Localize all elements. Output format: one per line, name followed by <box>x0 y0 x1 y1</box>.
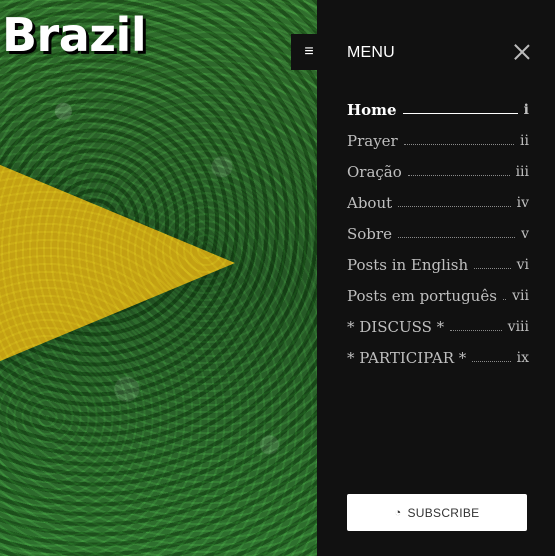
leader-dots <box>398 206 511 207</box>
menu-item-posts-portugues[interactable]: Posts em português vii <box>347 280 529 311</box>
leader-dots <box>407 175 510 176</box>
menu-item-left: Posts em português <box>347 287 512 305</box>
leader-dots <box>502 299 507 300</box>
menu-item-left: Posts in English <box>347 256 517 274</box>
menu-item-participar[interactable]: * PARTICIPAR * ix <box>347 342 529 373</box>
leader-line <box>402 113 518 114</box>
rss-icon: ◔ <box>394 506 402 519</box>
menu-item-prayer[interactable]: Prayer ii <box>347 125 529 156</box>
page: Brazil ≡ MENU Home i Prayer ii Oração ii… <box>0 0 555 556</box>
menu-item-left: About <box>347 194 517 212</box>
menu-item-label: * PARTICIPAR * <box>347 348 467 367</box>
close-icon[interactable] <box>514 44 530 60</box>
menu-item-about[interactable]: About iv <box>347 187 529 218</box>
leader-dots <box>450 330 502 331</box>
leader-dots <box>403 144 515 145</box>
subscribe-label: SUBSCRIBE <box>407 505 480 520</box>
texture-overlay <box>0 0 317 556</box>
hero-image: Brazil <box>0 0 317 556</box>
menu-item-number: i <box>523 101 529 118</box>
menu-item-number: vi <box>516 256 529 273</box>
menu-item-label: Sobre <box>347 224 392 243</box>
menu-item-home[interactable]: Home i <box>347 94 529 125</box>
menu-item-left: Prayer <box>347 132 520 150</box>
menu-item-posts-english[interactable]: Posts in English vi <box>347 249 529 280</box>
menu-list: Home i Prayer ii Oração iii About iv Sob… <box>347 94 529 373</box>
menu-item-number: iii <box>515 163 529 180</box>
menu-item-number: vii <box>512 287 529 304</box>
leader-dots <box>397 237 516 238</box>
menu-panel: MENU Home i Prayer ii Oração iii About i… <box>317 0 555 556</box>
menu-item-label: Prayer <box>347 131 398 150</box>
menu-item-sobre[interactable]: Sobre v <box>347 218 529 249</box>
menu-item-number: ix <box>516 349 529 366</box>
menu-item-label: Posts in English <box>347 255 469 274</box>
menu-item-number: ii <box>520 132 529 149</box>
leader-dots <box>474 268 511 269</box>
menu-item-label: Posts em português <box>347 286 497 305</box>
subscribe-button[interactable]: ◔ SUBSCRIBE <box>347 494 527 531</box>
menu-item-label: About <box>347 193 393 212</box>
menu-item-label: Home <box>347 100 397 119</box>
menu-item-number: iv <box>516 194 529 211</box>
leader-dots <box>472 361 511 362</box>
menu-item-number: viii <box>507 318 529 335</box>
hamburger-icon: ≡ <box>304 43 314 60</box>
menu-item-label: Oração <box>347 162 402 181</box>
menu-title: MENU <box>347 44 395 61</box>
menu-item-discuss[interactable]: * DISCUSS * viii <box>347 311 529 342</box>
menu-item-left: Oração <box>347 163 516 181</box>
menu-item-number: v <box>521 225 529 242</box>
menu-item-left: * PARTICIPAR * <box>347 349 517 367</box>
menu-item-left: Home <box>347 101 524 119</box>
site-title[interactable]: Brazil <box>2 8 147 62</box>
menu-item-oracao[interactable]: Oração iii <box>347 156 529 187</box>
menu-item-label: * DISCUSS * <box>347 317 445 336</box>
menu-item-left: Sobre <box>347 225 521 243</box>
menu-item-left: * DISCUSS * <box>347 318 508 336</box>
